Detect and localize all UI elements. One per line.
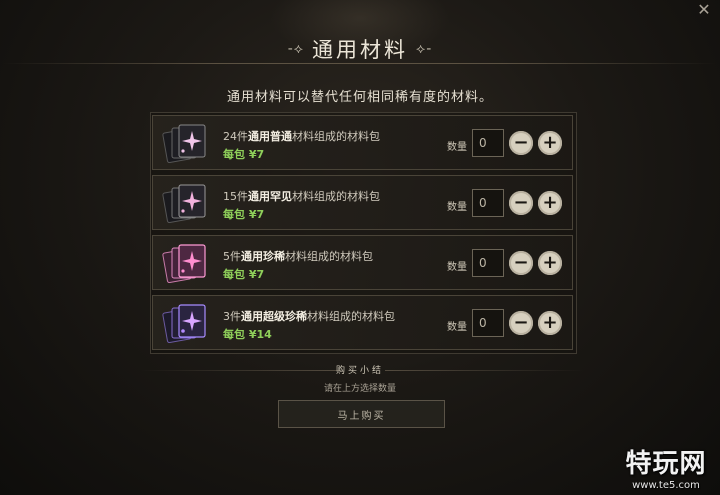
increase-button[interactable]: +	[538, 191, 562, 215]
subtitle: 通用材料可以替代任何相同稀有度的材料。	[226, 90, 493, 105]
material-row-uncommon: 15件通用罕见材料组成的材料包 每包 ¥7 数量 − +	[152, 175, 573, 230]
row-title: 15件通用罕见材料组成的材料包	[223, 190, 380, 203]
row-title: 24件通用普通材料组成的材料包	[223, 130, 380, 143]
decrease-button[interactable]: −	[509, 131, 533, 155]
page-title: 通用材料	[312, 38, 408, 62]
quantity-label: 数量	[447, 142, 467, 153]
rare-material-cards-icon	[162, 244, 206, 284]
row-price: 每包 ¥7	[223, 268, 265, 281]
quantity-input[interactable]	[472, 309, 504, 337]
increase-button[interactable]: +	[538, 131, 562, 155]
uncommon-material-cards-icon	[162, 184, 206, 224]
common-material-cards-icon	[162, 124, 206, 164]
close-icon[interactable]: ✕	[696, 2, 712, 18]
summary-note: 请在上方选择数量	[323, 384, 396, 394]
decrease-button[interactable]: −	[509, 191, 533, 215]
title-ornament-left: -⟡	[287, 41, 304, 57]
increase-button[interactable]: +	[538, 311, 562, 335]
watermark-url: www.te5.com	[632, 480, 700, 491]
quantity-input[interactable]	[472, 129, 504, 157]
row-price: 每包 ¥7	[223, 208, 265, 221]
row-price: 每包 ¥14	[223, 328, 272, 341]
row-price: 每包 ¥7	[223, 148, 265, 161]
quantity-label: 数量	[447, 262, 467, 273]
quantity-input[interactable]	[472, 189, 504, 217]
title-divider	[2, 63, 717, 64]
material-row-common: 24件通用普通材料组成的材料包 每包 ¥7 数量 − +	[152, 115, 573, 170]
summary-heading: 购买小结	[335, 366, 384, 376]
buy-now-button[interactable]: 马上购买	[278, 400, 445, 428]
quantity-input[interactable]	[472, 249, 504, 277]
epic-material-cards-icon	[162, 304, 206, 344]
row-title: 3件通用超级珍稀材料组成的材料包	[223, 310, 395, 323]
watermark-logo: 特玩网 www.te5.com	[616, 443, 716, 491]
row-title: 5件通用珍稀材料组成的材料包	[223, 250, 373, 263]
material-row-epic: 3件通用超级珍稀材料组成的材料包 每包 ¥14 数量 − +	[152, 295, 573, 350]
quantity-label: 数量	[447, 322, 467, 333]
title-ornament-right: ⟡-	[416, 41, 433, 57]
decrease-button[interactable]: −	[509, 251, 533, 275]
title-bar: -⟡ 通用材料 ⟡-	[0, 34, 720, 64]
watermark-title: 特玩网	[625, 449, 707, 479]
material-row-rare: 5件通用珍稀材料组成的材料包 每包 ¥7 数量 − +	[152, 235, 573, 290]
increase-button[interactable]: +	[538, 251, 562, 275]
quantity-label: 数量	[447, 202, 467, 213]
decrease-button[interactable]: −	[509, 311, 533, 335]
summary-divider-right	[385, 370, 585, 371]
